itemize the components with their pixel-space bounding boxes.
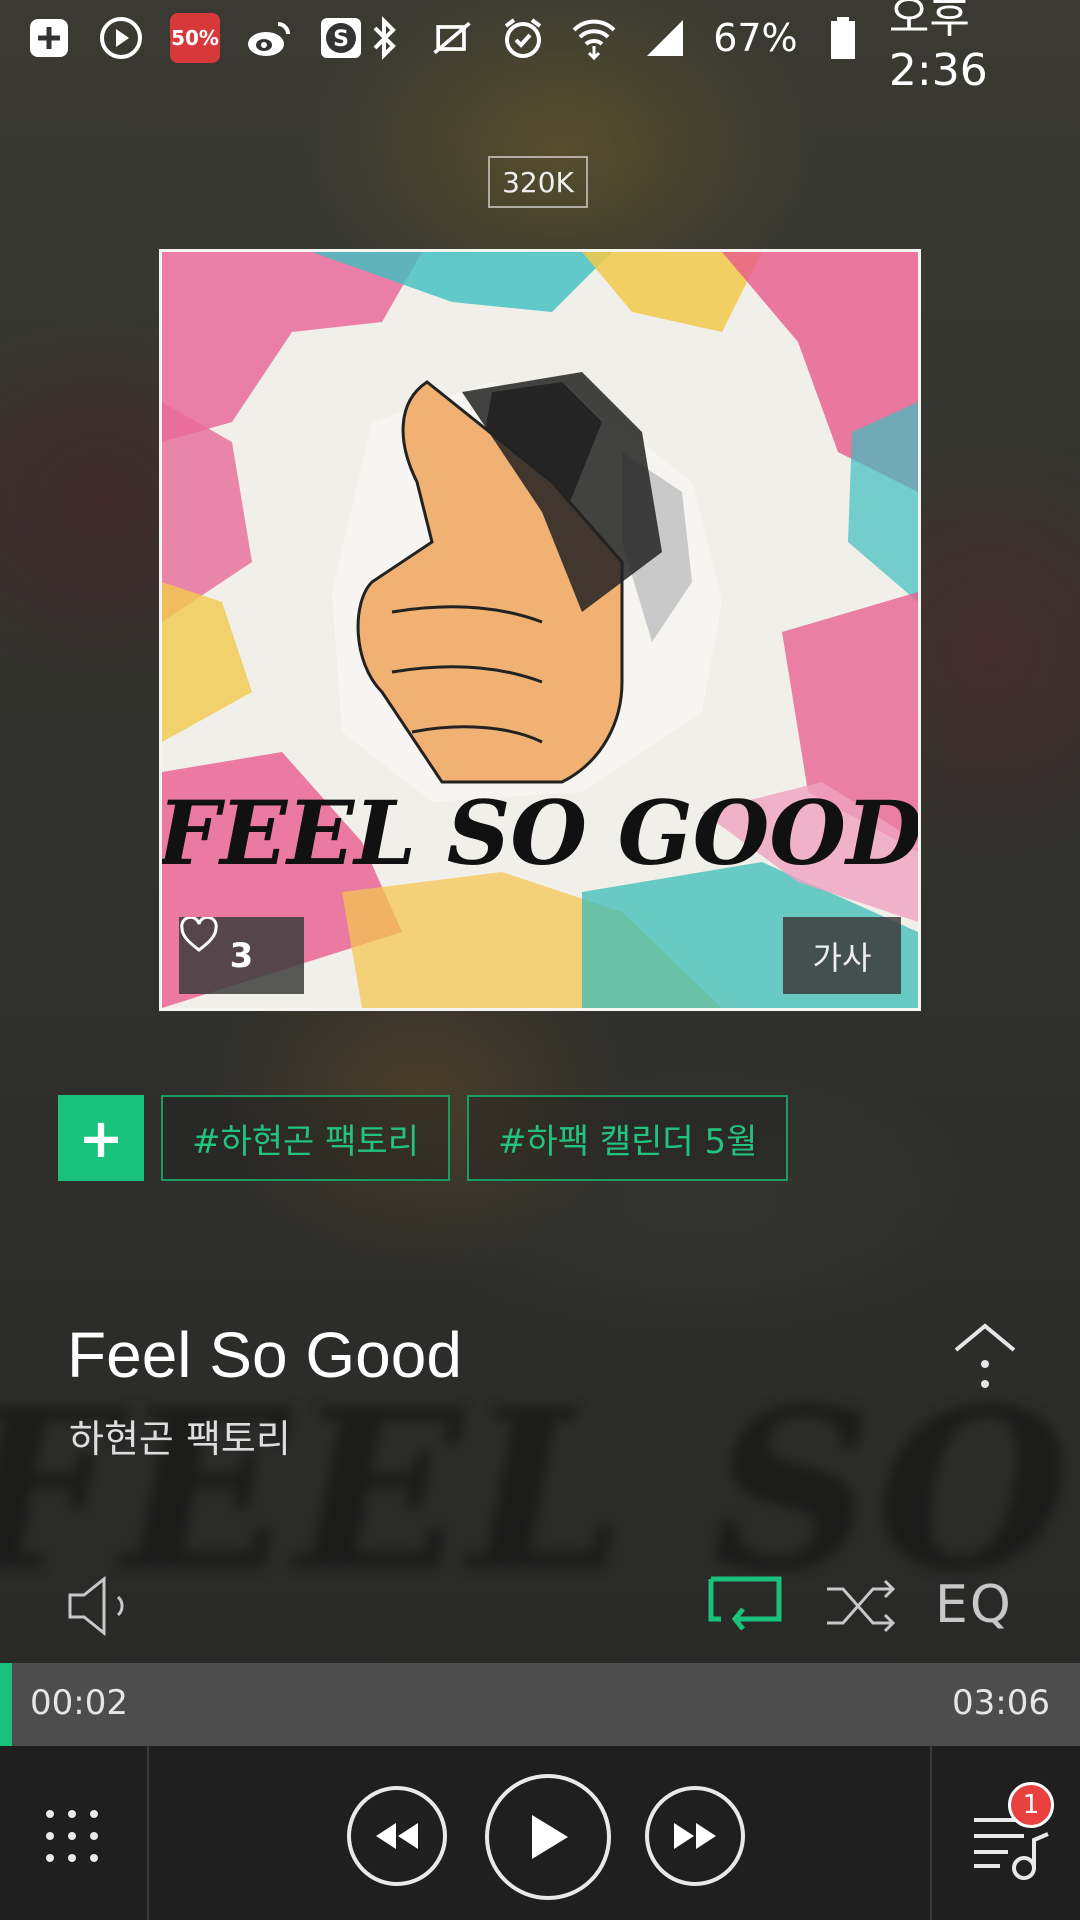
fast-forward-icon xyxy=(674,1823,716,1849)
track-title: Feel So Good xyxy=(67,1319,462,1391)
shuffle-icon xyxy=(827,1579,896,1633)
playback-bar xyxy=(0,1746,1080,1920)
chevron-up-more-icon xyxy=(954,1323,1016,1388)
volume-button[interactable] xyxy=(66,1575,138,1637)
sale-badge: 50% xyxy=(170,13,220,63)
progress-fill xyxy=(0,1663,12,1746)
lyrics-button[interactable]: 가사 xyxy=(783,917,901,994)
current-time: 00:02 xyxy=(30,1683,128,1723)
fast-forward-button[interactable] xyxy=(645,1786,745,1886)
like-button[interactable]: 3 xyxy=(179,917,304,994)
tag-item[interactable]: #하팩 캘린더 5월 xyxy=(466,1095,789,1181)
more-options-button[interactable] xyxy=(950,1320,1020,1400)
grid-dots-icon xyxy=(46,1810,98,1862)
alarm-icon xyxy=(501,15,545,61)
play-circle-icon xyxy=(98,15,144,61)
s-app-icon: S xyxy=(318,15,364,61)
divider xyxy=(930,1746,932,1920)
status-bar: 50% S 67% 오후 2:36 xyxy=(0,0,1080,96)
eq-button[interactable]: EQ xyxy=(935,1575,1013,1635)
add-tag-button[interactable]: + xyxy=(58,1095,144,1181)
mute-icon xyxy=(429,15,475,61)
album-art-illustration: FEEL SO GOOD xyxy=(162,252,918,1008)
heart-icon xyxy=(180,917,218,952)
wifi-icon xyxy=(571,15,617,61)
track-artist[interactable]: 하현곤 팩토리 xyxy=(69,1408,291,1463)
like-count: 3 xyxy=(229,935,254,976)
rewind-icon xyxy=(376,1823,418,1849)
clock: 오후 2:36 xyxy=(888,0,988,96)
quality-badge[interactable]: 320K xyxy=(488,156,588,208)
progress-bar[interactable]: 00:02 03:06 xyxy=(0,1663,1080,1746)
signal-icon xyxy=(643,15,687,61)
rewind-button[interactable] xyxy=(347,1786,447,1886)
battery-percent: 67% xyxy=(713,16,798,60)
repeat-icon xyxy=(708,1576,782,1631)
play-button[interactable] xyxy=(485,1774,611,1900)
repeat-button[interactable] xyxy=(707,1575,783,1637)
shuffle-button[interactable] xyxy=(825,1579,897,1633)
tag-item[interactable]: #하현곤 팩토리 xyxy=(161,1095,450,1181)
battery-icon xyxy=(824,15,863,61)
tag-row: + #하현곤 팩토리 #하팩 캘린더 5월 xyxy=(58,1095,789,1181)
total-time: 03:06 xyxy=(952,1683,1050,1723)
svg-text:S: S xyxy=(333,27,349,52)
menu-grid-button[interactable] xyxy=(42,1806,102,1866)
weibo-icon xyxy=(246,15,292,61)
album-art[interactable]: FEEL SO GOOD 3 가사 xyxy=(159,249,921,1011)
add-square-icon xyxy=(26,15,72,61)
volume-icon xyxy=(68,1575,124,1637)
play-icon xyxy=(532,1815,568,1859)
divider xyxy=(147,1746,149,1920)
secondary-controls: EQ xyxy=(0,1575,1080,1637)
bluetooth-icon xyxy=(364,15,403,61)
queue-count-badge: 1 xyxy=(1008,1782,1054,1828)
album-title-art: FEEL SO GOOD xyxy=(162,781,918,885)
